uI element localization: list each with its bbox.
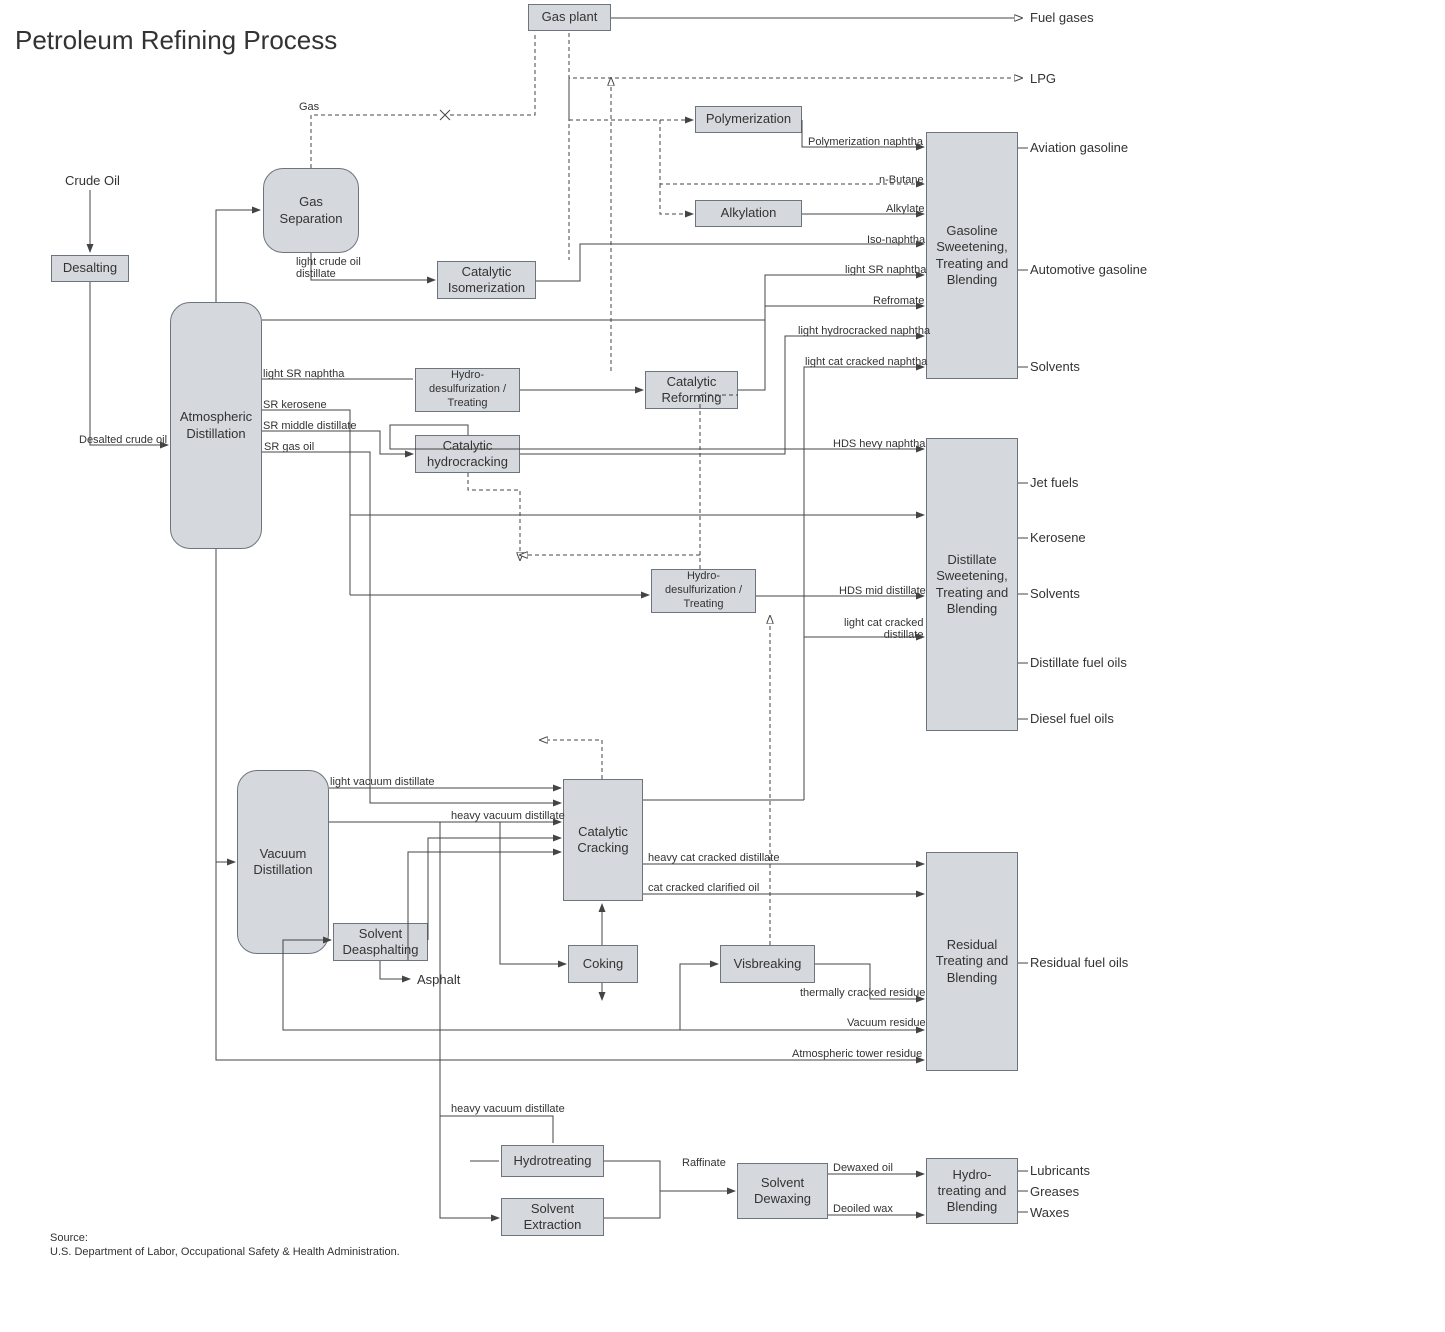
connector-lines xyxy=(0,0,1445,1332)
diagram-canvas: Petroleum Refining Process Crude Oil Des… xyxy=(0,0,1445,1332)
